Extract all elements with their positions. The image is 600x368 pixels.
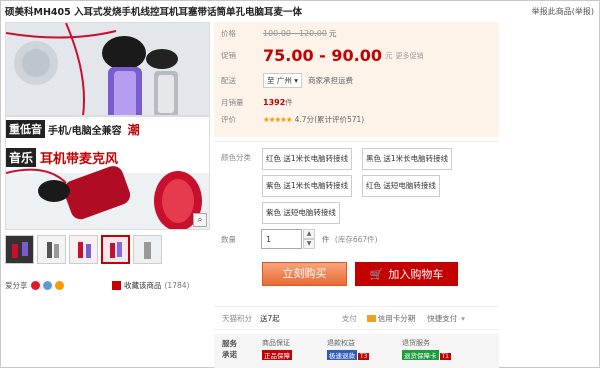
quantity-decrease-button[interactable]: ▼ bbox=[303, 239, 315, 249]
service-label-line2: 承诺 bbox=[222, 350, 237, 359]
service-refund-badge[interactable]: 极速退款 bbox=[327, 350, 357, 360]
delivery-note: 商家承担运费 bbox=[308, 76, 354, 85]
location-selector[interactable]: 至 广州 ▾ bbox=[263, 73, 303, 88]
color-option-1[interactable]: 红色 送1米长电脑转接线 bbox=[262, 148, 353, 170]
service-label-line1: 服务 bbox=[222, 339, 237, 348]
service-return-title: 退货服务 bbox=[402, 339, 430, 347]
rating-count-link[interactable]: (累计评价571) bbox=[314, 114, 364, 125]
stock-count: (库存667件) bbox=[334, 235, 378, 244]
color-option-5[interactable]: 紫色 送短电脑转接线 bbox=[262, 202, 340, 224]
service-guarantee-title: 商品保证 bbox=[262, 339, 290, 347]
original-price-unit: 元 bbox=[328, 29, 337, 38]
credit-card-icon bbox=[366, 314, 376, 322]
add-to-cart-label: 加入购物车 bbox=[388, 268, 444, 281]
points-label: 天猫积分 bbox=[222, 313, 252, 323]
promo-label: 促销 bbox=[221, 51, 236, 60]
more-share-icon[interactable] bbox=[54, 281, 64, 290]
banner-text-2a: 音乐 bbox=[6, 147, 37, 167]
quick-pay[interactable]: 快捷支付 bbox=[427, 313, 457, 324]
original-price-row: 价格 100.00 - 120.00 元 bbox=[221, 28, 336, 39]
sales-unit: 件 bbox=[285, 98, 293, 107]
thumbnail-2[interactable] bbox=[37, 235, 66, 264]
quantity-label: 数量 bbox=[221, 235, 236, 244]
main-product-image[interactable]: 重低音 手机/电脑全兼容 潮 音乐 耳机带麦克风 ⌕ bbox=[5, 22, 210, 230]
pay-label: 支付 bbox=[341, 313, 357, 323]
rating-score: 4.7分 bbox=[294, 115, 315, 124]
quantity-unit-stock: 件 (库存667件) bbox=[322, 234, 378, 245]
weibo-icon[interactable] bbox=[30, 281, 40, 290]
promo-price-unit: 元 bbox=[385, 51, 393, 60]
sales-label: 月销量 bbox=[221, 98, 244, 107]
rating-row: 评价 ★★★★★ 4.7分 (累计评价571) bbox=[221, 114, 364, 125]
service-label: 服务 承诺 bbox=[222, 338, 237, 360]
magnifier-icon[interactable]: ⌕ bbox=[193, 213, 207, 227]
thumbnail-3[interactable] bbox=[69, 235, 98, 264]
points-value: 送7起 bbox=[260, 313, 280, 323]
banner-text-1: 重低音 bbox=[6, 120, 45, 138]
service-refund: 退款权益 极速退款 T3 bbox=[327, 338, 370, 360]
color-option-2[interactable]: 黑色 送1米长电脑转接线 bbox=[362, 148, 453, 170]
favorite-count: (1784) bbox=[164, 281, 190, 290]
service-guarantee-badge[interactable]: 正品保障 bbox=[262, 350, 292, 360]
promo-price: 75.00 - 90.00 bbox=[263, 46, 382, 65]
favorite-button[interactable]: 收藏该商品 (1784) bbox=[112, 280, 189, 291]
cart-icon: 🛒 bbox=[369, 267, 384, 281]
favorite-label: 收藏该商品 bbox=[124, 281, 162, 290]
product-title: 硕美科MH405 入耳式发烧手机线控耳机耳塞带话筒单孔电脑耳麦一体 bbox=[5, 7, 303, 18]
color-option-4[interactable]: 红色 送短电脑转接线 bbox=[362, 175, 440, 197]
color-label: 颜色分类 bbox=[221, 153, 251, 162]
service-return: 退货服务 退货保障卡 T1 bbox=[402, 338, 451, 360]
service-refund-tier: T3 bbox=[358, 353, 370, 360]
promo-banner: 重低音 手机/电脑全兼容 潮 音乐 耳机带麦克风 bbox=[6, 115, 209, 173]
rating-label: 评价 bbox=[221, 115, 236, 124]
more-promo-link[interactable]: 更多促销 bbox=[396, 51, 424, 61]
rating-stars: ★★★★★ bbox=[263, 115, 293, 124]
service-return-badge[interactable]: 退货保障卡 bbox=[402, 350, 439, 360]
service-refund-title: 退款权益 bbox=[327, 339, 355, 347]
sales-value: 1392 bbox=[263, 98, 286, 107]
heart-icon bbox=[112, 281, 121, 290]
add-to-cart-button[interactable]: 🛒 加入购物车 bbox=[355, 262, 458, 286]
credit-installment[interactable]: 信用卡分期 bbox=[378, 313, 416, 324]
qq-icon[interactable] bbox=[42, 281, 52, 290]
banner-text-2b: 耳机带麦克风 bbox=[40, 151, 119, 167]
thumbnail-5[interactable] bbox=[133, 235, 162, 264]
thumbnail-1[interactable] bbox=[5, 235, 34, 264]
original-price: 100.00 - 120.00 bbox=[263, 29, 327, 38]
service-return-tier: T1 bbox=[439, 353, 451, 360]
delivery-label: 配送 bbox=[221, 76, 236, 85]
points-payment-bar: 天猫积分 送7起 支付 信用卡分期 快捷支付 ▾ bbox=[214, 306, 499, 330]
service-guarantee: 商品保证 正品保障 bbox=[262, 338, 292, 360]
quantity-input[interactable] bbox=[261, 229, 302, 249]
buy-now-button[interactable]: 立刻购买 bbox=[262, 262, 347, 286]
quantity-unit: 件 bbox=[322, 235, 330, 244]
divider bbox=[214, 141, 499, 142]
price-label: 价格 bbox=[221, 29, 236, 38]
report-link[interactable]: 举报此商品(举报) bbox=[532, 6, 594, 17]
thumbnail-4-selected[interactable] bbox=[101, 235, 130, 264]
banner-text-1c: 潮 bbox=[127, 122, 140, 137]
sales-row: 月销量 1392 件 bbox=[221, 97, 293, 108]
promo-price-row: 促销 75.00 - 90.00 元 更多促销 bbox=[221, 46, 424, 65]
thumbnail-strip bbox=[5, 235, 162, 264]
share-label: 爱分享 bbox=[5, 281, 28, 290]
banner-text-1b: 手机/电脑全兼容 bbox=[48, 125, 122, 137]
share-area[interactable]: 爱分享 bbox=[5, 280, 64, 291]
color-option-3[interactable]: 紫色 送1米长电脑转接线 bbox=[262, 175, 353, 197]
chevron-down-icon[interactable]: ▾ bbox=[461, 314, 465, 323]
quantity-increase-button[interactable]: ▲ bbox=[303, 229, 315, 239]
delivery-row: 配送 至 广州 ▾ 商家承担运费 bbox=[221, 73, 353, 88]
